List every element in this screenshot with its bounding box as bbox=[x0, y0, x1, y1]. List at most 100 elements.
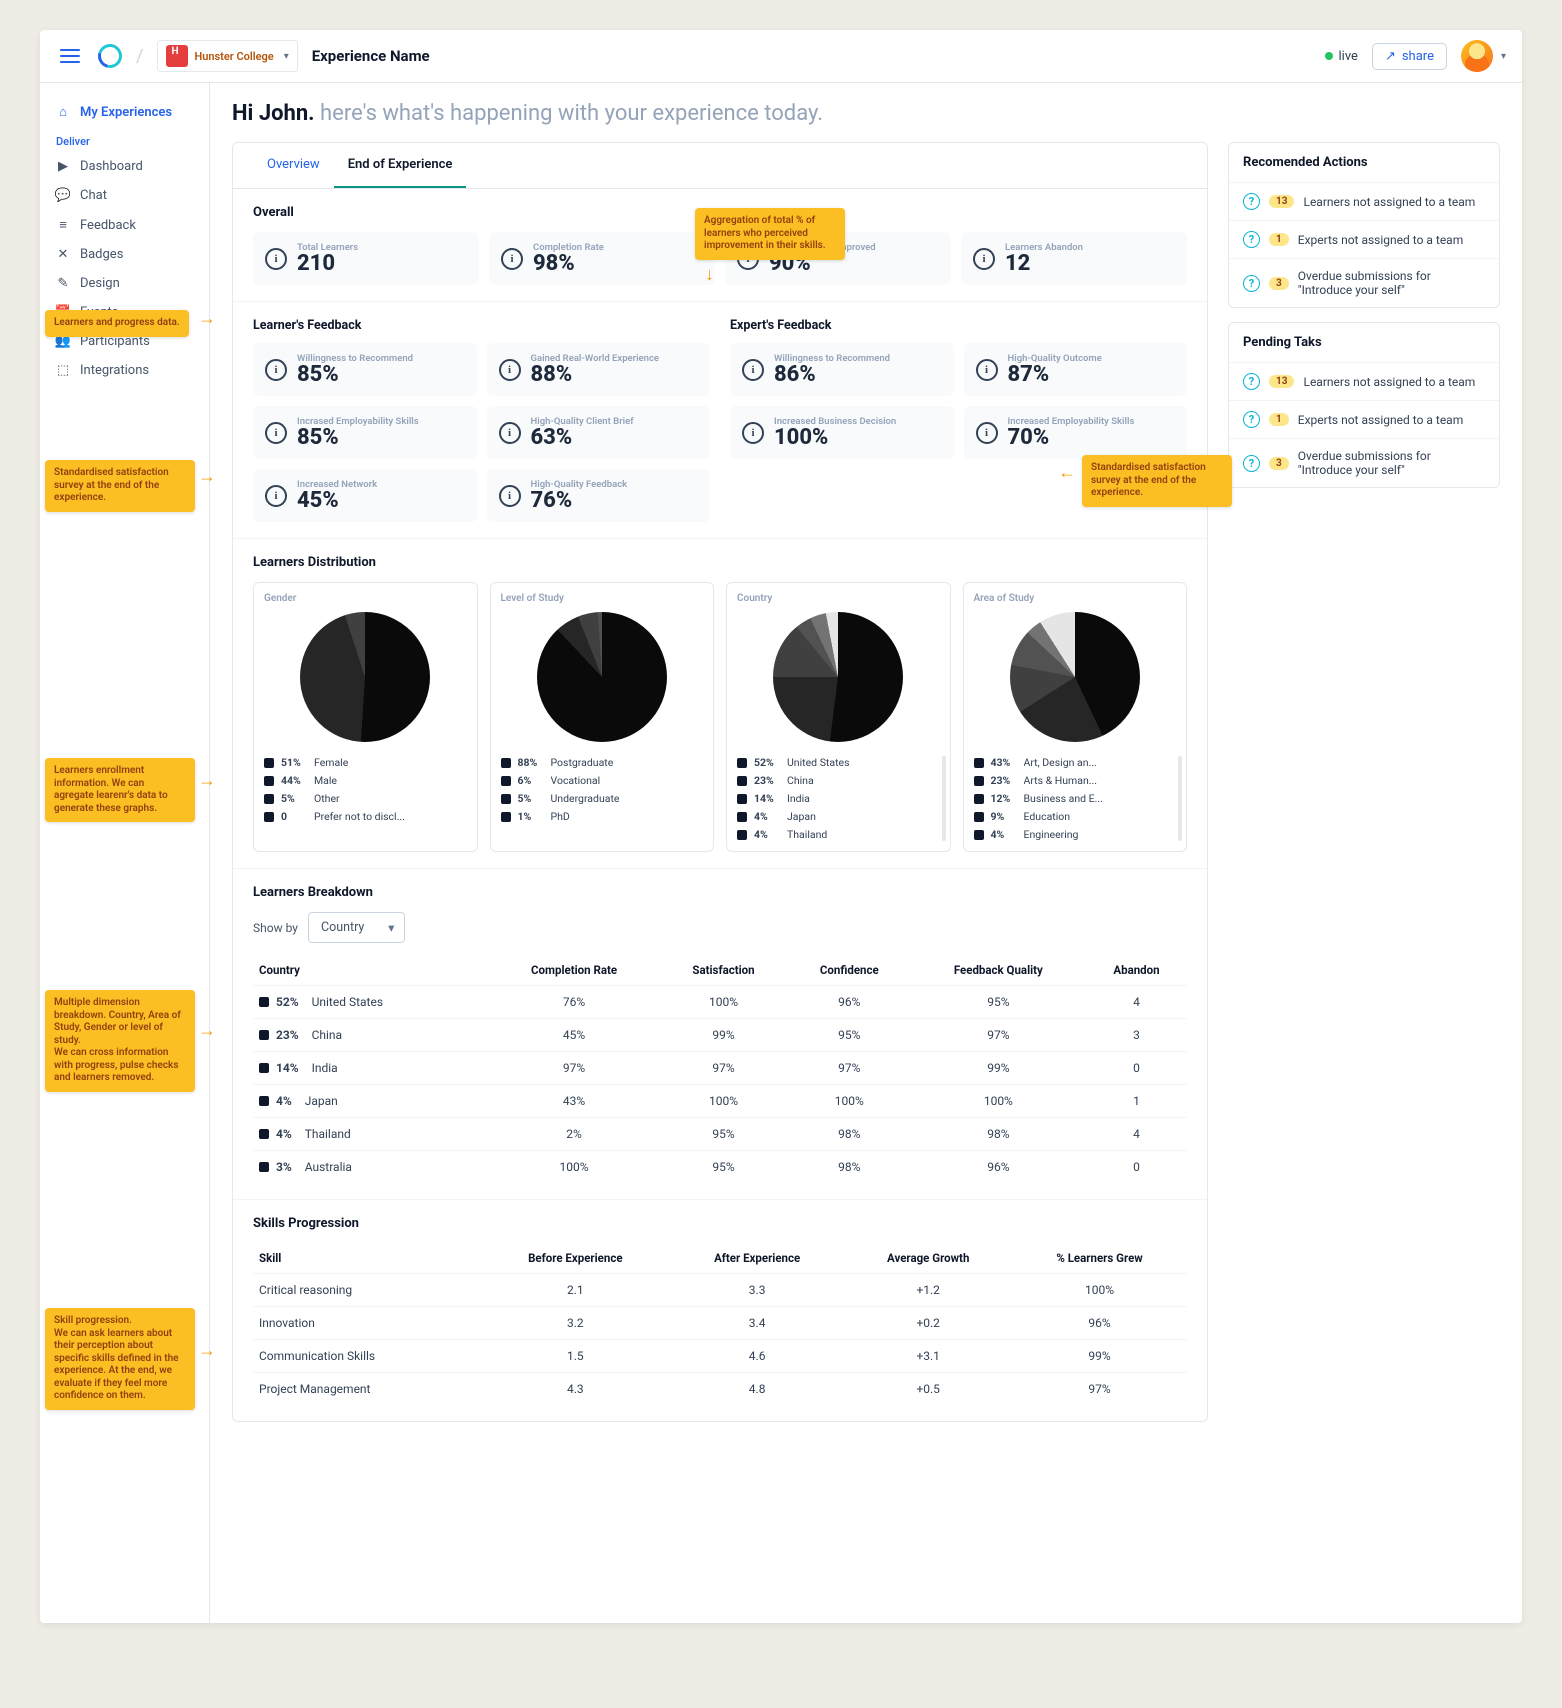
legend-swatch bbox=[737, 776, 747, 786]
legend-item: 0 Prefer not to discl... bbox=[264, 810, 467, 823]
pending-tasks-panel: Pending Taks ? 13 Learners not assigned … bbox=[1228, 322, 1500, 488]
stat-value: 98% bbox=[533, 253, 604, 275]
distribution-card: Gender 51% Female 44% Male 5% Other 0 Pr… bbox=[253, 582, 478, 852]
sidebar-item-design[interactable]: ✎ Design bbox=[40, 269, 209, 298]
home-icon: ⌂ bbox=[56, 104, 70, 120]
table-row: 4% Thailand 2%95%98%98%4 bbox=[253, 1118, 1187, 1151]
arrow-icon: → bbox=[198, 308, 216, 329]
main-content: Hi John. here's what's happening with yo… bbox=[210, 83, 1522, 1623]
legend-item: 23% China bbox=[737, 774, 940, 787]
stat-value: 45% bbox=[297, 490, 377, 512]
arrow-icon: → bbox=[198, 1020, 216, 1041]
legend-item: 4% Engineering bbox=[974, 828, 1177, 841]
legend-item: 51% Female bbox=[264, 756, 467, 769]
section-breakdown: Learners Breakdown Show by Country Count… bbox=[233, 869, 1207, 1200]
greeting: Hi John. here's what's happening with yo… bbox=[232, 101, 1500, 126]
legend-swatch bbox=[737, 758, 747, 768]
legend-swatch bbox=[264, 776, 274, 786]
stat-card: i Incrased Employability Skills 85% bbox=[253, 406, 477, 459]
pie-chart bbox=[1010, 612, 1140, 742]
legend-item: 1% PhD bbox=[501, 810, 704, 823]
info-icon[interactable]: i bbox=[973, 248, 995, 270]
sidebar-item-dashboard[interactable]: ▶ Dashboard bbox=[40, 152, 209, 181]
menu-icon[interactable] bbox=[56, 45, 84, 67]
feedback-title: Expert's Feedback bbox=[730, 318, 1187, 333]
legend: 43% Art, Design an... 23% Arts & Human..… bbox=[974, 756, 1177, 841]
table-header: Completion Rate bbox=[489, 955, 659, 986]
info-icon[interactable]: i bbox=[499, 359, 521, 381]
table-header: % Learners Grew bbox=[1012, 1243, 1187, 1274]
sidebar-item-feedback[interactable]: ≡ Feedback bbox=[40, 210, 209, 240]
help-icon: ? bbox=[1243, 411, 1260, 428]
legend-swatch bbox=[974, 830, 984, 840]
action-item[interactable]: ? 1 Experts not assigned to a team bbox=[1229, 401, 1499, 439]
table-row: Project Management 4.34.8+0.597% bbox=[253, 1373, 1187, 1406]
legend: 52% United States 23% China 14% India 4%… bbox=[737, 756, 940, 841]
legend-swatch bbox=[501, 794, 511, 804]
legend: 51% Female 44% Male 5% Other 0 Prefer no… bbox=[264, 756, 467, 823]
sidebar-item-my-experiences[interactable]: ⌂ My Experiences bbox=[40, 97, 209, 127]
info-icon[interactable]: i bbox=[499, 422, 521, 444]
info-icon[interactable]: i bbox=[265, 359, 287, 381]
info-icon[interactable]: i bbox=[742, 422, 764, 444]
action-item[interactable]: ? 1 Experts not assigned to a team bbox=[1229, 221, 1499, 259]
action-item[interactable]: ? 3 Overdue submissions for "Introduce y… bbox=[1229, 439, 1499, 487]
help-icon: ? bbox=[1243, 275, 1260, 292]
action-item[interactable]: ? 3 Overdue submissions for "Introduce y… bbox=[1229, 259, 1499, 307]
legend-item: 43% Art, Design an... bbox=[974, 756, 1177, 769]
info-icon[interactable]: i bbox=[742, 359, 764, 381]
legend-item: 6% Vocational bbox=[501, 774, 704, 787]
legend-swatch bbox=[501, 812, 511, 822]
table-header: Country bbox=[253, 955, 489, 986]
legend-swatch bbox=[737, 794, 747, 804]
app-logo-icon[interactable] bbox=[94, 40, 127, 73]
breadcrumb-separator: / bbox=[136, 46, 143, 67]
annotation: Skill progression. We can ask learners a… bbox=[45, 1308, 195, 1410]
legend-swatch bbox=[264, 812, 274, 822]
action-item[interactable]: ? 13 Learners not assigned to a team bbox=[1229, 183, 1499, 221]
info-icon[interactable]: i bbox=[499, 485, 521, 507]
section-title: Learners Distribution bbox=[253, 555, 1187, 570]
share-icon: ↗ bbox=[1385, 49, 1396, 64]
arrow-icon: ↓ bbox=[705, 264, 714, 285]
table-row: Communication Skills 1.54.6+3.199% bbox=[253, 1340, 1187, 1373]
legend-item: 52% United States bbox=[737, 756, 940, 769]
count-badge: 1 bbox=[1269, 233, 1289, 246]
college-name: Hunster College bbox=[194, 51, 273, 62]
tab-end-of-experience[interactable]: End of Experience bbox=[334, 143, 467, 188]
stat-value: 210 bbox=[297, 253, 358, 275]
skills-table: SkillBefore ExperienceAfter ExperienceAv… bbox=[253, 1243, 1187, 1405]
arrow-icon: → bbox=[1058, 462, 1076, 483]
action-item[interactable]: ? 13 Learners not assigned to a team bbox=[1229, 363, 1499, 401]
info-icon[interactable]: i bbox=[976, 422, 998, 444]
college-selector[interactable]: Hunster College ▾ bbox=[157, 40, 297, 72]
table-row: 23% China 45%99%95%97%3 bbox=[253, 1019, 1187, 1052]
topbar: / Hunster College ▾ Experience Name live… bbox=[40, 30, 1522, 83]
sidebar-item-chat[interactable]: 💬 Chat bbox=[40, 181, 209, 210]
table-header: Confidence bbox=[788, 955, 911, 986]
showby-label: Show by bbox=[253, 921, 298, 935]
info-icon[interactable]: i bbox=[265, 248, 287, 270]
share-button[interactable]: ↗ share bbox=[1372, 43, 1447, 70]
annotation: Standardised satisfaction survey at the … bbox=[45, 460, 195, 512]
legend-swatch bbox=[501, 776, 511, 786]
info-icon[interactable]: i bbox=[265, 422, 287, 444]
stat-card: i Increased Business Decision 100% bbox=[730, 406, 954, 459]
live-dot-icon bbox=[1325, 52, 1333, 60]
help-icon: ? bbox=[1243, 373, 1260, 390]
info-icon[interactable]: i bbox=[976, 359, 998, 381]
section-title: Skills Progression bbox=[253, 1216, 1187, 1231]
sidebar-item-integrations[interactable]: ⬚ Integrations bbox=[40, 356, 209, 385]
sidebar-item-badges[interactable]: ✕ Badges bbox=[40, 240, 209, 269]
pie-chart bbox=[537, 612, 667, 742]
legend-item: 5% Other bbox=[264, 792, 467, 805]
annotation: Learners and progress data. bbox=[45, 310, 189, 337]
help-icon: ? bbox=[1243, 231, 1260, 248]
showby-select[interactable]: Country bbox=[308, 912, 405, 943]
user-menu[interactable]: ▾ bbox=[1461, 40, 1506, 72]
legend-swatch bbox=[974, 812, 984, 822]
legend-item: 88% Postgraduate bbox=[501, 756, 704, 769]
info-icon[interactable]: i bbox=[501, 248, 523, 270]
info-icon[interactable]: i bbox=[265, 485, 287, 507]
tab-overview[interactable]: Overview bbox=[253, 143, 334, 188]
